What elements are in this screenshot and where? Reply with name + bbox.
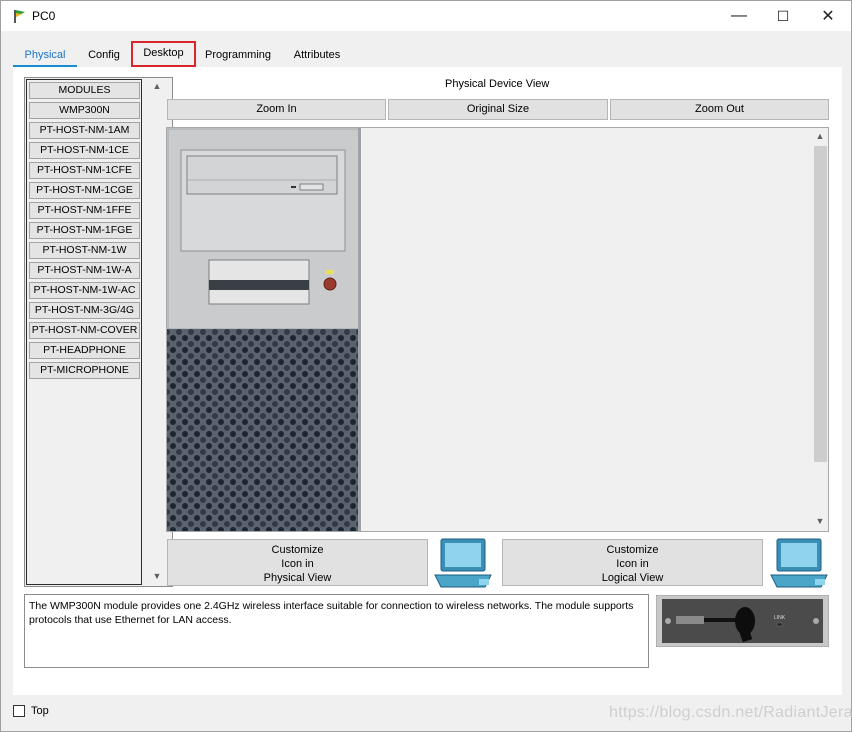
module-item-pt-host-nm-1am[interactable]: PT-HOST-NM-1AM: [29, 122, 140, 139]
customize-physical-line-1: Customize: [271, 544, 324, 556]
customize-physical-line-2: Icon in: [281, 558, 314, 570]
module-item-pt-host-nm-1w-ac[interactable]: PT-HOST-NM-1W-AC: [29, 282, 140, 299]
modules-panel: MODULES WMP300N PT-HOST-NM-1AM PT-HOST-N…: [24, 77, 173, 587]
original-size-button[interactable]: Original Size: [388, 99, 608, 120]
module-item-pt-host-nm-1fge[interactable]: PT-HOST-NM-1FGE: [29, 222, 140, 239]
pc-logical-icon: [770, 538, 828, 588]
customize-logical-line-3: Logical View: [601, 572, 664, 584]
module-item-pt-host-nm-1ce[interactable]: PT-HOST-NM-1CE: [29, 142, 140, 159]
pc-tower-image: [167, 128, 361, 531]
module-item-pt-host-nm-1w-a[interactable]: PT-HOST-NM-1W-A: [29, 262, 140, 279]
watermark: https://blog.csdn.net/RadiantJeral: [609, 704, 852, 721]
modules-list: MODULES WMP300N PT-HOST-NM-1AM PT-HOST-N…: [26, 79, 142, 585]
module-item-pt-host-nm-3g-4g[interactable]: PT-HOST-NM-3G/4G: [29, 302, 140, 319]
top-checkbox[interactable]: [13, 705, 25, 717]
tab-content-physical: MODULES WMP300N PT-HOST-NM-1AM PT-HOST-N…: [13, 67, 842, 695]
module-item-pt-host-nm-1cge[interactable]: PT-HOST-NM-1CGE: [29, 182, 140, 199]
customize-physical-button[interactable]: Customize Icon in Physical View: [167, 539, 428, 586]
module-item-pt-host-nm-1w[interactable]: PT-HOST-NM-1W: [29, 242, 140, 259]
physical-device-view-title: Physical Device View: [445, 78, 550, 90]
tab-physical[interactable]: Physical: [13, 43, 77, 68]
packet-tracer-icon: [14, 10, 25, 23]
device-window: PC0 — ☐ ✕ Physical Config Desktop Progra…: [0, 0, 852, 732]
top-label: Top: [31, 705, 49, 717]
zoom-out-button[interactable]: Zoom Out: [610, 99, 829, 120]
title-bar: PC0 — ☐ ✕: [1, 1, 851, 31]
close-button[interactable]: ✕: [805, 1, 851, 31]
customize-physical-line-3: Physical View: [263, 572, 332, 584]
pc-icon: [434, 538, 492, 588]
maximize-button[interactable]: ☐: [760, 1, 806, 31]
minimize-button[interactable]: —: [716, 1, 762, 31]
module-item-wmp300n[interactable]: WMP300N: [29, 102, 140, 119]
module-item-modules[interactable]: MODULES: [29, 82, 140, 99]
module-item-pt-host-nm-1ffe[interactable]: PT-HOST-NM-1FFE: [29, 202, 140, 219]
viewer-scroll-thumb[interactable]: [814, 146, 827, 462]
scroll-down-icon[interactable]: ▼: [149, 571, 165, 581]
module-item-pt-microphone[interactable]: PT-MICROPHONE: [29, 362, 140, 379]
viewer-scroll-down-icon[interactable]: ▼: [812, 516, 828, 526]
module-item-pt-host-nm-cover[interactable]: PT-HOST-NM-COVER: [29, 322, 140, 339]
window-title: PC0: [32, 9, 56, 23]
customize-logical-button[interactable]: Customize Icon in Logical View: [502, 539, 763, 586]
module-item-pt-host-nm-1cfe[interactable]: PT-HOST-NM-1CFE: [29, 162, 140, 179]
module-item-pt-headphone[interactable]: PT-HEADPHONE: [29, 342, 140, 359]
viewer-scroll-up-icon[interactable]: ▲: [812, 131, 828, 141]
viewer-scrollbar[interactable]: ▲ ▼: [812, 128, 828, 531]
scroll-up-icon[interactable]: ▲: [149, 81, 165, 91]
wmp300n-module-image: LINK: [656, 595, 829, 647]
link-label: LINK: [774, 615, 786, 621]
module-description: The WMP300N module provides one 2.4GHz w…: [24, 594, 649, 668]
physical-device-viewer: ▲ ▼: [166, 127, 829, 532]
zoom-in-button[interactable]: Zoom In: [167, 99, 386, 120]
tab-programming[interactable]: Programming: [199, 43, 277, 67]
tab-attributes[interactable]: Attributes: [281, 43, 353, 67]
tab-desktop[interactable]: Desktop: [131, 41, 196, 67]
tab-config[interactable]: Config: [77, 43, 131, 67]
customize-logical-line-2: Icon in: [616, 558, 649, 570]
customize-logical-line-1: Customize: [606, 544, 659, 556]
